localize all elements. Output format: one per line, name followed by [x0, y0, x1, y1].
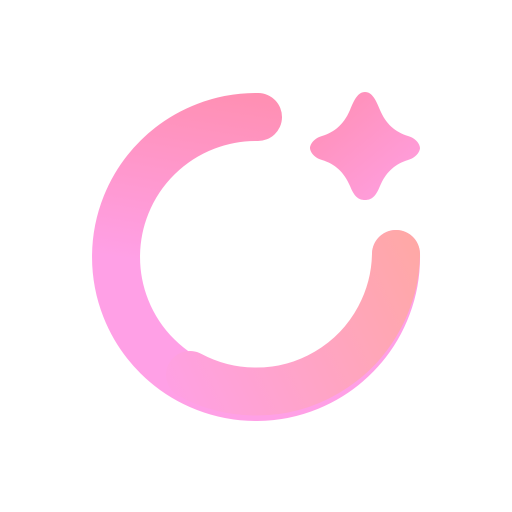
app-icon-canvas: [0, 0, 512, 512]
app-logo: [92, 92, 421, 421]
open-ring-lower-segment: [166, 230, 420, 416]
sparkle-star-icon: [310, 92, 420, 200]
